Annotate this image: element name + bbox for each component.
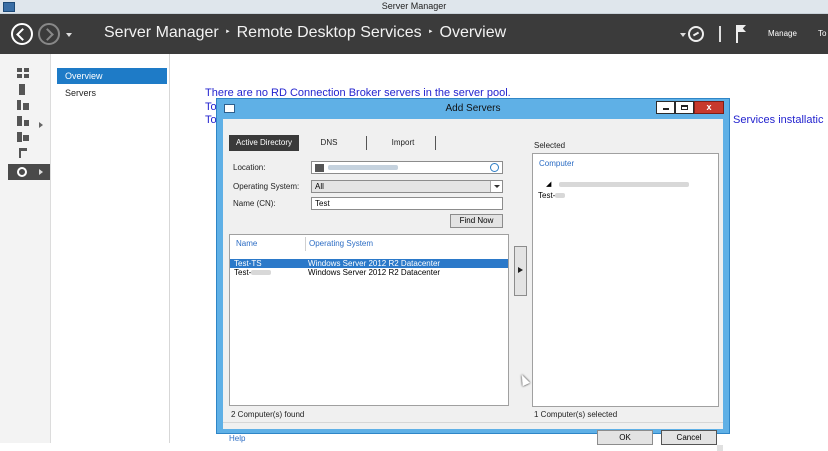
header-divider [719, 26, 721, 42]
tab-divider [366, 136, 367, 150]
back-button[interactable] [11, 23, 33, 45]
header-bar: Server Manager ‣ Remote Desktop Services ‣ O… [0, 14, 828, 54]
all-servers-icon[interactable] [17, 100, 29, 110]
tab-active-directory[interactable]: Active Directory [229, 135, 299, 151]
search-results-list[interactable]: Name Operating System Test-TS Windows Se… [229, 234, 509, 406]
found-count: 2 Computer(s) found [231, 410, 305, 419]
refresh-icon[interactable] [688, 26, 704, 42]
dialog-footer-divider [223, 422, 723, 423]
add-to-selected-button[interactable] [514, 246, 527, 296]
tools-menu[interactable]: To [818, 29, 826, 38]
column-header-os[interactable]: Operating System [309, 239, 373, 248]
installation-link[interactable]: Services installatic [733, 114, 823, 126]
add-servers-dialog: Add Servers x Active Directory DNS Impor… [216, 98, 730, 451]
domain-icon [315, 163, 324, 172]
breadcrumb: Server Manager ‣ Remote Desktop Services ‣ O… [104, 24, 506, 42]
selected-group[interactable]: ◢ [546, 180, 690, 188]
column-header-computer[interactable]: Computer [539, 159, 574, 168]
remote-desktop-services-icon [17, 167, 27, 177]
redacted-name [251, 270, 272, 276]
collapse-arrow-icon[interactable]: ◢ [546, 181, 551, 188]
expand-arrow-icon[interactable] [39, 169, 43, 175]
row-name: Test- [234, 268, 272, 277]
local-server-icon[interactable] [19, 84, 25, 95]
npas-icon[interactable] [19, 148, 27, 158]
location-label: Location: [233, 163, 266, 172]
list-item[interactable]: Test- [538, 191, 566, 200]
chevron-down-icon[interactable] [490, 181, 502, 192]
help-link[interactable]: Help [229, 434, 245, 443]
main-text-line-3: To [205, 114, 217, 126]
navigation-pane: Overview Servers [51, 54, 170, 443]
breadcrumb-separator-icon: ‣ [427, 27, 434, 38]
breadcrumb-overview: Overview [439, 24, 507, 41]
location-refresh-icon[interactable] [490, 163, 499, 172]
os-label: Operating System: [233, 182, 300, 191]
name-input[interactable]: Test [311, 197, 503, 210]
main-text-line-2: To [205, 101, 217, 113]
table-row[interactable]: Test- Windows Server 2012 R2 Datacenter [230, 268, 508, 277]
file-storage-services-icon[interactable] [17, 116, 29, 126]
remote-desktop-services-item[interactable] [8, 164, 50, 180]
breadcrumb-server-manager[interactable]: Server Manager [104, 24, 219, 41]
breadcrumb-separator-icon: ‣ [224, 27, 231, 38]
expand-arrow-icon[interactable] [39, 122, 43, 128]
tab-divider [435, 136, 436, 150]
iis-icon[interactable] [17, 132, 29, 142]
selected-label: Selected [534, 141, 566, 150]
dashboard-icon[interactable] [17, 68, 29, 78]
minimize-button[interactable] [656, 101, 675, 114]
resize-grip-icon[interactable] [717, 445, 723, 451]
selected-count: 1 Computer(s) selected [534, 410, 618, 419]
nav-item-servers[interactable]: Servers [57, 85, 167, 101]
location-field[interactable] [311, 161, 503, 174]
name-label: Name (CN): [233, 199, 276, 208]
window-title-bar: Server Manager [0, 0, 828, 14]
column-divider [305, 237, 306, 251]
nav-item-overview[interactable]: Overview [57, 68, 167, 84]
os-value: All [315, 182, 324, 191]
table-row[interactable]: Test-TS Windows Server 2012 R2 Datacente… [230, 259, 508, 268]
role-icon-bar [0, 54, 51, 443]
manage-menu[interactable]: Manage [768, 29, 797, 38]
column-header-name[interactable]: Name [236, 239, 257, 248]
dialog-title: Add Servers [445, 103, 501, 114]
forward-button[interactable] [38, 23, 60, 45]
window-title: Server Manager [381, 1, 447, 11]
close-button[interactable]: x [694, 101, 724, 114]
notifications-flag-icon[interactable] [736, 25, 738, 43]
redacted-name [555, 193, 566, 199]
row-name: Test-TS [234, 259, 262, 268]
refresh-dropdown-icon[interactable] [680, 33, 686, 37]
maximize-button[interactable] [675, 101, 694, 114]
row-os: Windows Server 2012 R2 Datacenter [308, 268, 441, 277]
os-select[interactable]: All [311, 180, 503, 193]
dialog-body: Active Directory DNS Import Location: Op… [223, 119, 723, 451]
selected-list[interactable]: Computer ◢ Test- [532, 153, 719, 407]
redacted-domain [328, 165, 398, 171]
row-os: Windows Server 2012 R2 Datacenter [308, 259, 441, 268]
history-dropdown-icon[interactable] [66, 33, 72, 37]
tab-dns[interactable]: DNS [309, 135, 349, 151]
redacted-domain [559, 181, 690, 187]
find-now-button[interactable]: Find Now [450, 214, 503, 228]
breadcrumb-remote-desktop-services[interactable]: Remote Desktop Services [237, 24, 422, 41]
tab-import[interactable]: Import [373, 135, 433, 151]
